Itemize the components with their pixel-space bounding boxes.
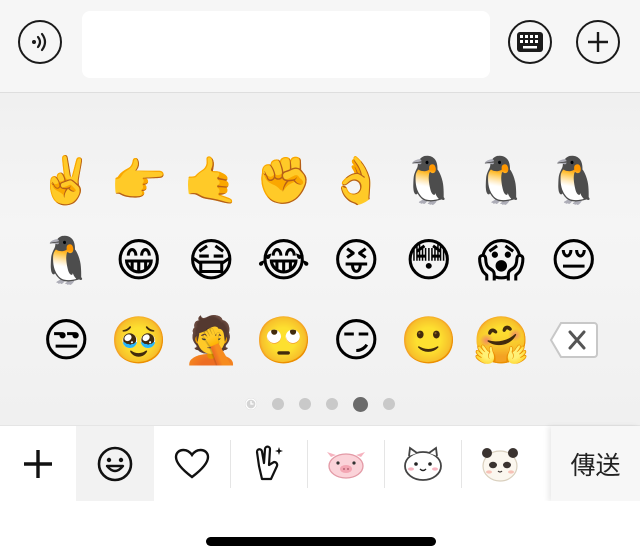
emoji-grid: ✌️ 👉 🤙 ✊ 👌 🐧 🐧 🐧 🐧 😁 😷 😂 😝 😳 😱 😔 😒 🥹 🤦 🙄… xyxy=(30,143,610,383)
pointing-hand-emoji[interactable]: 👉 xyxy=(103,143,176,217)
tab-add[interactable] xyxy=(0,426,76,502)
page-dot[interactable] xyxy=(383,398,395,410)
grin-emoji[interactable]: 😁 xyxy=(103,223,176,297)
emoji-row: ✌️ 👉 🤙 ✊ 👌 🐧 🐧 🐧 xyxy=(30,143,610,223)
tab-favorites[interactable] xyxy=(154,426,230,502)
tab-emoji[interactable] xyxy=(76,426,154,502)
tears-of-joy-emoji[interactable]: 😂 xyxy=(248,223,321,297)
emoji-row: 🐧 😁 😷 😂 😝 😳 😱 😔 xyxy=(30,223,610,303)
cat-icon xyxy=(404,446,442,481)
tongue-squint-emoji[interactable]: 😝 xyxy=(320,223,393,297)
keyboard-button[interactable] xyxy=(508,20,552,64)
recent-page-dot[interactable] xyxy=(245,398,257,410)
penguin-shiver-emoji[interactable]: 🐧 xyxy=(465,143,538,217)
smirk-emoji[interactable]: 😏 xyxy=(320,303,393,377)
penguin-dance-emoji[interactable]: 🐧 xyxy=(393,143,466,217)
tab-pig-sticker[interactable] xyxy=(308,426,384,502)
home-indicator[interactable] xyxy=(206,537,436,546)
penguin-emoji[interactable]: 🐧 xyxy=(30,223,103,297)
message-input[interactable] xyxy=(82,11,490,78)
smile-icon xyxy=(97,446,133,482)
curled-hand-emoji[interactable]: 🤙 xyxy=(175,143,248,217)
clock-icon xyxy=(245,398,257,410)
tab-cat-sticker[interactable] xyxy=(385,426,461,502)
holding-tears-emoji[interactable]: 🥹 xyxy=(103,303,176,377)
heart-icon xyxy=(174,448,210,479)
plus-icon xyxy=(24,450,52,478)
facepalm-emoji[interactable]: 🤦 xyxy=(175,303,248,377)
sticker-tab-bar: 傳送 xyxy=(0,425,640,502)
hug-emoji[interactable]: 🤗 xyxy=(465,303,538,377)
ok-hand-emoji[interactable]: 👌 xyxy=(320,143,393,217)
input-bar xyxy=(0,0,640,93)
plus-icon xyxy=(588,32,608,52)
home-indicator-area xyxy=(0,501,640,559)
pensive-emoji[interactable]: 😔 xyxy=(538,223,611,297)
mask-emoji[interactable]: 😷 xyxy=(175,223,248,297)
voice-icon xyxy=(32,32,47,52)
pig-icon xyxy=(327,452,365,479)
panda-icon xyxy=(482,448,518,482)
backspace-icon xyxy=(549,322,598,358)
page-dot[interactable] xyxy=(272,398,284,410)
hand-sparkle-icon xyxy=(255,445,283,481)
emoji-row: 😒 🥹 🤦 🙄 😏 🙂 🤗 xyxy=(30,303,610,383)
scream-emoji[interactable]: 😱 xyxy=(465,223,538,297)
page-dot[interactable] xyxy=(299,398,311,410)
page-dot-current[interactable] xyxy=(353,396,368,412)
victory-hand-emoji[interactable]: ✌️ xyxy=(30,143,103,217)
shy-smile-emoji[interactable]: 🙂 xyxy=(393,303,466,377)
delete-button[interactable] xyxy=(538,303,611,377)
tab-panda-sticker[interactable] xyxy=(462,426,538,502)
page-indicator xyxy=(0,396,640,412)
tab-gesture[interactable] xyxy=(231,426,307,502)
emoji-panel: ✌️ 👉 🤙 ✊ 👌 🐧 🐧 🐧 🐧 😁 😷 😂 😝 😳 😱 😔 😒 🥹 🤦 🙄… xyxy=(0,93,640,425)
page-dot[interactable] xyxy=(326,398,338,410)
more-button[interactable] xyxy=(576,20,620,64)
send-button[interactable]: 傳送 xyxy=(551,426,640,502)
eye-roll-emoji[interactable]: 🙄 xyxy=(248,303,321,377)
fist-emoji[interactable]: ✊ xyxy=(248,143,321,217)
unamused-emoji[interactable]: 😒 xyxy=(30,303,103,377)
penguin-torch-emoji[interactable]: 🐧 xyxy=(538,143,611,217)
keyboard-icon xyxy=(517,32,543,52)
voice-button[interactable] xyxy=(18,20,62,64)
flushed-emoji[interactable]: 😳 xyxy=(393,223,466,297)
